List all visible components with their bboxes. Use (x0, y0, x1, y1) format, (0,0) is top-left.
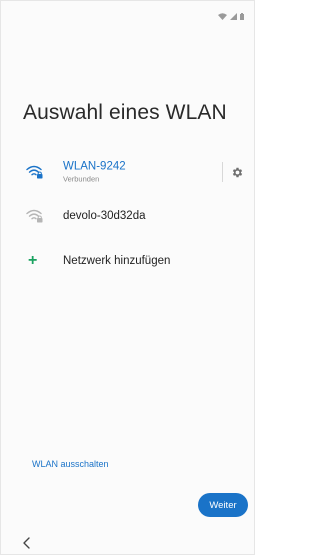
page-title: Auswahl eines WLAN (23, 101, 227, 124)
network-name: WLAN-9242 (63, 160, 126, 173)
row-divider (222, 162, 223, 182)
plus-icon: + (28, 252, 38, 269)
network-status: Verbunden (63, 174, 100, 184)
next-button[interactable]: Weiter (198, 493, 248, 517)
wifi-lock-icon (26, 209, 43, 223)
wlan-off-link[interactable]: WLAN ausschalten (32, 459, 109, 469)
back-chevron-icon[interactable] (21, 536, 33, 550)
add-network-text: Netzwerk hinzufügen (63, 255, 170, 267)
add-network-item[interactable]: + Netzwerk hinzufügen (1, 244, 254, 278)
network-item-wlan-9242[interactable]: WLAN-9242 Verbunden (1, 155, 254, 189)
wifi-status-icon (218, 13, 227, 20)
network-settings-button[interactable] (229, 164, 245, 180)
network-item-devolo[interactable]: devolo-30d32da (1, 199, 254, 233)
gear-icon (232, 167, 242, 177)
signal-icon (230, 13, 237, 20)
network-name: devolo-30d32da (63, 210, 146, 222)
wifi-lock-icon (26, 165, 43, 179)
status-bar (218, 13, 244, 20)
wlan-setup-screen: Auswahl eines WLAN WLAN-9242 Verbunden d… (0, 0, 255, 555)
battery-icon (240, 13, 244, 20)
network-text: WLAN-9242 Verbunden (63, 161, 126, 184)
network-text: devolo-30d32da (63, 210, 146, 222)
add-network-label: Netzwerk hinzufügen (63, 255, 171, 267)
